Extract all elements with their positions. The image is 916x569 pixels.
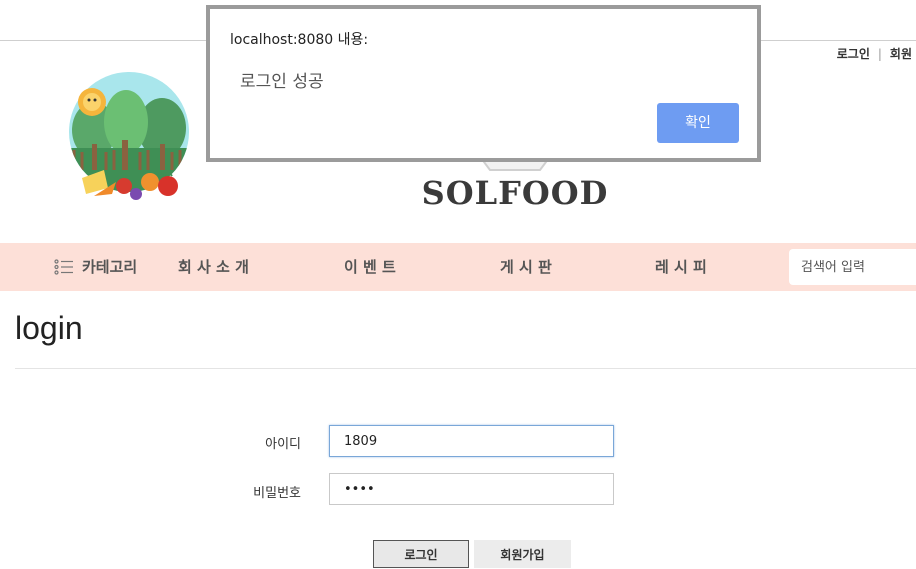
nav-item-recipe[interactable]: 레 시 피 [655,243,707,291]
link-separator: | [877,47,882,61]
login-button[interactable]: 로그인 [373,540,469,568]
nav-category-label: 카테고리 [82,258,138,276]
join-button[interactable]: 회원가입 [474,540,571,568]
search-input[interactable] [789,249,916,285]
nav-category[interactable]: 카테고리 [54,243,137,291]
title-divider [15,368,916,369]
page-title: login [15,310,83,346]
utility-links: 로그인 | 회원 [837,45,912,62]
alert-dialog: localhost:8080 내용: 로그인 성공 확인 [206,5,761,162]
id-label: 아이디 [265,437,301,452]
site-logo-icon[interactable] [64,70,194,210]
dialog-origin: localhost:8080 내용: [230,32,369,48]
login-link[interactable]: 로그인 [837,47,870,61]
list-icon [54,259,73,275]
brand-name: SOLFOOD [421,174,609,212]
nav-item-company[interactable]: 회 사 소 개 [178,243,249,291]
password-label: 비밀번호 [253,486,301,501]
nav-item-board[interactable]: 게 시 판 [500,243,552,291]
id-field[interactable] [329,425,614,457]
main-nav: 카테고리 회 사 소 개 이 벤 트 게 시 판 레 시 피 [0,243,916,291]
nav-item-event[interactable]: 이 벤 트 [344,243,396,291]
dialog-message: 로그인 성공 [240,72,324,92]
join-link[interactable]: 회원 [890,47,912,61]
password-field[interactable] [329,473,614,505]
dialog-ok-button[interactable]: 확인 [657,103,739,143]
